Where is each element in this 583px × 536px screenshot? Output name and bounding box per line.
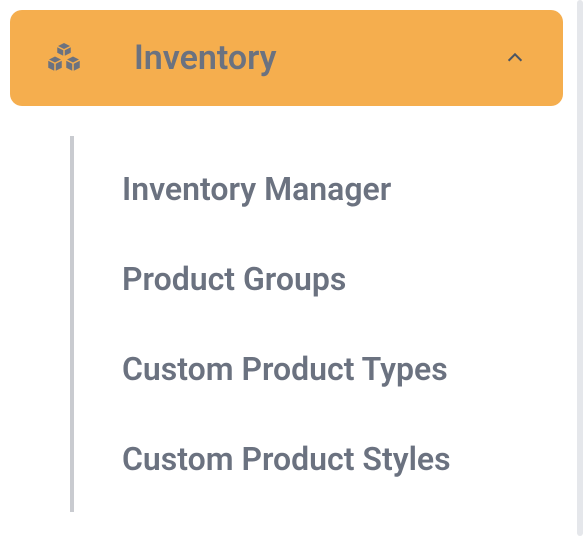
inventory-menu-label: Inventory — [134, 38, 527, 78]
submenu-item-inventory-manager[interactable]: Inventory Manager — [122, 144, 522, 234]
submenu-item-custom-product-types[interactable]: Custom Product Types — [122, 324, 522, 414]
chevron-up-icon — [503, 46, 527, 70]
right-border-divider — [577, 0, 583, 536]
boxes-icon — [46, 40, 82, 76]
inventory-submenu: Inventory Manager Product Groups Custom … — [70, 136, 563, 512]
submenu-item-product-groups[interactable]: Product Groups — [122, 234, 522, 324]
submenu-item-custom-product-styles[interactable]: Custom Product Styles — [122, 414, 522, 504]
inventory-menu-header[interactable]: Inventory — [10, 10, 563, 106]
